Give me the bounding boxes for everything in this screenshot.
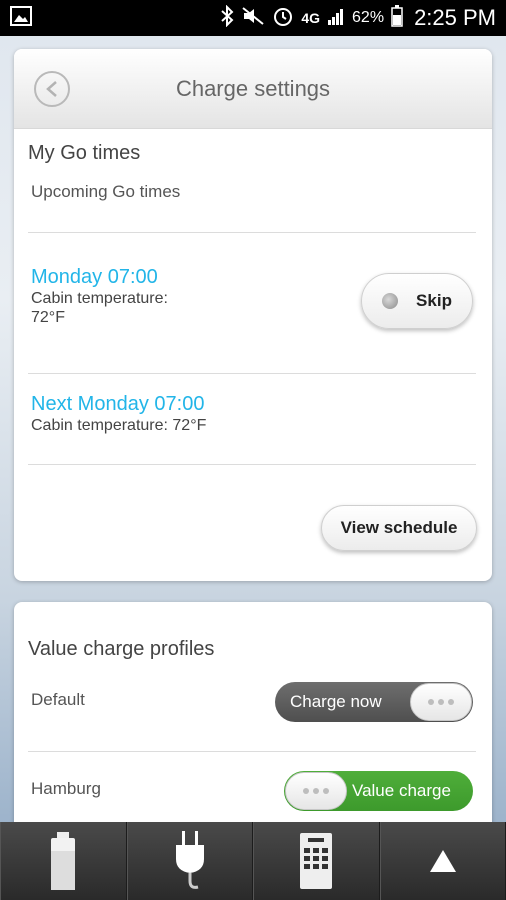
divider <box>28 751 476 752</box>
battery-percent: 62% <box>352 9 385 26</box>
up-arrow-icon <box>429 850 456 872</box>
section-title-value-charge: Value charge profiles <box>28 638 215 660</box>
toggle-knob[interactable] <box>285 772 347 810</box>
toggle-knob[interactable] <box>410 683 472 721</box>
section-title-go-times: My Go times <box>28 142 141 164</box>
go-time-temperature: Cabin temperature: 72°F <box>31 417 207 434</box>
divider <box>28 373 476 374</box>
go-time-day: Next Monday 07:00 <box>31 393 205 415</box>
divider <box>28 464 476 465</box>
charge-mode-toggle-default[interactable]: Charge now <box>275 682 473 722</box>
go-times-card: Charge settings My Go times Upcoming Go … <box>14 49 492 581</box>
back-button[interactable] <box>34 71 70 107</box>
bottom-navigation <box>0 822 506 900</box>
go-time-temperature: Cabin temperature: <box>31 290 168 307</box>
value-charge-card: Value charge profiles Default Charge now… <box>14 602 492 842</box>
status-bar: 4G 62% 2:25 PM <box>0 0 506 36</box>
skip-button-label: Skip <box>416 291 452 310</box>
go-time-day: Monday 07:00 <box>31 266 158 288</box>
profile-name-hamburg: Hamburg <box>31 779 101 798</box>
toggle-label: Charge now <box>290 692 382 711</box>
toggle-label: Value charge <box>352 781 451 800</box>
nav-expand[interactable] <box>379 822 506 900</box>
alarm-icon <box>272 5 294 32</box>
mute-icon <box>241 6 265 31</box>
view-schedule-button[interactable]: View schedule <box>321 505 477 551</box>
signal-icon <box>327 7 345 30</box>
divider <box>28 232 476 233</box>
battery-status-icon <box>391 4 403 32</box>
go-time-temperature-value: 72°F <box>31 309 65 326</box>
charger-plug-icon <box>175 831 204 889</box>
remote-control-icon <box>300 833 333 889</box>
charge-mode-toggle-hamburg[interactable]: Value charge <box>284 771 473 811</box>
nav-charging[interactable] <box>126 822 253 900</box>
go-time-item-2: Next Monday 07:00 Cabin temperature: 72°… <box>31 392 206 435</box>
page-title: Charge settings <box>175 75 331 101</box>
bluetooth-icon <box>220 4 234 32</box>
network-type-label: 4G <box>301 10 321 26</box>
nav-remote[interactable] <box>253 822 380 900</box>
view-schedule-label: View schedule <box>340 518 458 537</box>
clock: 2:25 PM <box>414 5 496 30</box>
chevron-left-icon <box>46 81 57 97</box>
header-bar: Charge settings <box>14 49 492 129</box>
battery-icon <box>51 832 76 890</box>
go-time-item-1: Monday 07:00 Cabin temperature: 72°F <box>31 265 168 327</box>
upcoming-go-times-label: Upcoming Go times <box>31 182 181 201</box>
profile-name-default: Default <box>31 690 85 709</box>
radio-dot-icon <box>382 293 399 309</box>
nav-battery[interactable] <box>0 822 127 900</box>
image-notification-icon <box>10 5 32 31</box>
skip-button[interactable]: Skip <box>361 273 473 329</box>
